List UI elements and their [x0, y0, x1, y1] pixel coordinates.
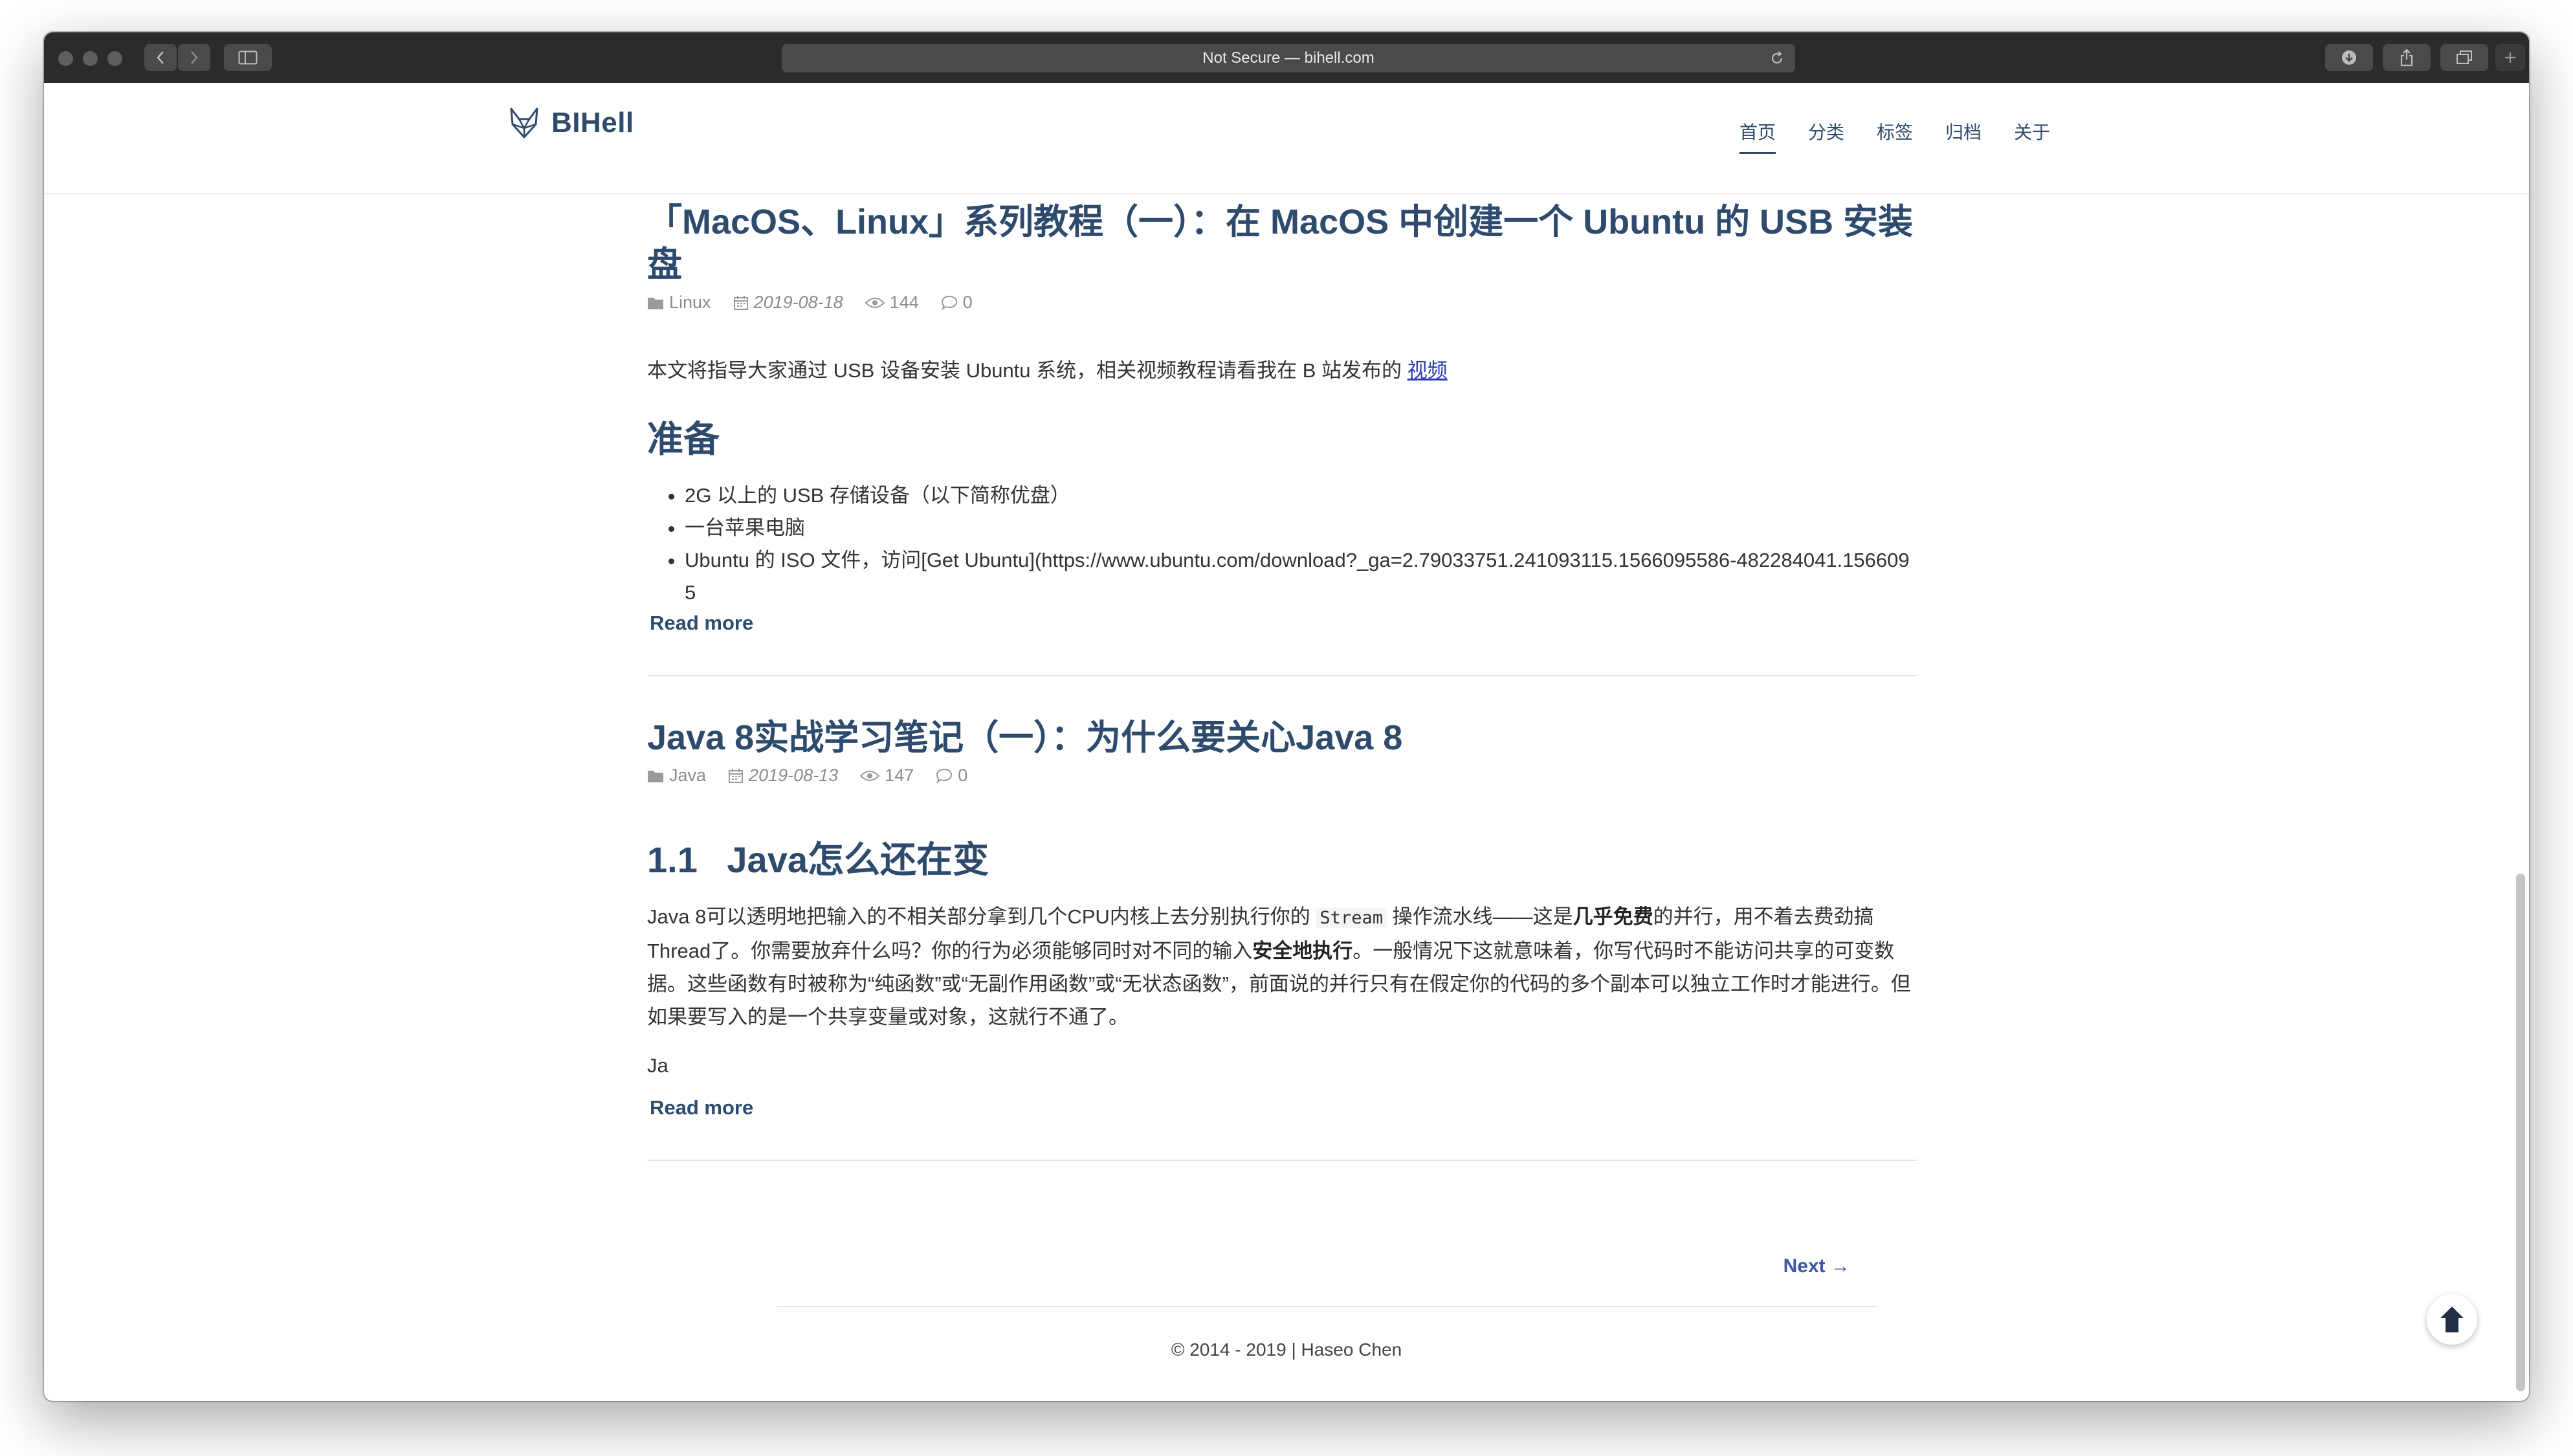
downloads-button[interactable]: [2325, 44, 2373, 71]
reload-icon[interactable]: [1769, 50, 1785, 66]
site-header: BIHell 首页 分类 标签 归档 关于: [44, 83, 2529, 194]
site-logo[interactable]: BIHell: [506, 105, 634, 141]
nav-about[interactable]: 关于: [2014, 118, 2050, 154]
list-item: 2G 以上的 USB 存储设备（以下简称优盘）: [685, 480, 1917, 512]
section-heading: 准备: [647, 419, 720, 459]
post-date: 2019-08-13: [749, 766, 839, 785]
list-item: 一台苹果电脑: [685, 512, 1917, 544]
address-text: Not Secure — bihell.com: [1202, 49, 1375, 67]
forward-button[interactable]: [178, 44, 210, 71]
post-list: 「MacOS、Linux」系列教程（一）：在 MacOS 中创建一个 Ubunt…: [647, 201, 1917, 1161]
comment-icon: [941, 295, 957, 310]
post-excerpt: 本文将指导大家通过 USB 设备安装 Ubuntu 系统，相关视频教程请看我在 …: [647, 354, 1917, 387]
logo-text: BIHell: [551, 107, 634, 138]
prep-list: 2G 以上的 USB 存储设备（以下简称优盘） 一台苹果电脑 Ubuntu 的 …: [647, 480, 1917, 609]
main-nav: 首页 分类 标签 归档 关于: [1739, 118, 2082, 154]
post-title-link[interactable]: Java 8实战学习笔记（一）：为什么要关心Java 8: [647, 716, 1917, 759]
share-button[interactable]: [2383, 44, 2431, 71]
folder-icon: [648, 297, 663, 309]
chevron-left-icon: [157, 51, 164, 64]
nav-archive[interactable]: 归档: [1945, 118, 1982, 154]
section-heading: 1.1 Java怎么还在变: [647, 839, 989, 880]
arrow-up-icon: [2440, 1307, 2464, 1332]
post-excerpt: Java 8可以透明地把输入的不相关部分拿到几个CPU内核上去分别执行你的 St…: [647, 900, 1917, 1033]
excerpt-text: 操作流水线——这是: [1392, 905, 1573, 928]
next-page-link[interactable]: Next →: [1783, 1255, 1850, 1277]
download-icon: [2342, 50, 2356, 65]
calendar-icon: [733, 295, 748, 310]
inline-code: Stream: [1316, 908, 1387, 928]
pagination: Next →: [777, 1255, 1877, 1307]
post-views: 147: [885, 766, 914, 785]
calendar-icon: [729, 768, 744, 783]
nav-tags[interactable]: 标签: [1877, 118, 1913, 154]
site-footer: © 2014 - 2019 | Haseo Chen: [1171, 1340, 1402, 1360]
post-item: Java 8实战学习笔记（一）：为什么要关心Java 8 Java 2019-0…: [647, 716, 1917, 1161]
nav-categories[interactable]: 分类: [1808, 118, 1844, 154]
read-more-link[interactable]: Read more: [647, 612, 753, 635]
page-scrollbar[interactable]: [2516, 874, 2525, 1391]
video-link[interactable]: 视频: [1408, 359, 1448, 382]
back-to-top-button[interactable]: [2427, 1294, 2477, 1345]
post-date: 2019-08-18: [753, 292, 843, 312]
tabs-overview-button[interactable]: [2440, 44, 2488, 71]
bold-text: 安全地执行: [1252, 940, 1353, 962]
close-window-button[interactable]: [58, 51, 73, 66]
post-item: 「MacOS、Linux」系列教程（一）：在 MacOS 中创建一个 Ubunt…: [647, 201, 1917, 676]
post-comments[interactable]: 0: [958, 766, 967, 786]
chevron-right-icon: [191, 51, 198, 64]
post-divider: [647, 675, 1917, 676]
excerpt-text: Java 8可以透明地把输入的不相关部分拿到几个CPU内核上去分别执行你的: [647, 905, 1310, 928]
zoom-window-button[interactable]: [107, 51, 122, 66]
eye-icon: [865, 297, 885, 308]
folder-icon: [648, 770, 663, 782]
comment-icon: [936, 768, 953, 783]
address-bar[interactable]: Not Secure — bihell.com: [782, 44, 1795, 72]
browser-window: Not Secure — bihell.com BIHell 首页 分类 标签 …: [44, 32, 2529, 1401]
post-category[interactable]: Linux: [669, 292, 711, 313]
post-views: 144: [889, 292, 919, 312]
eye-icon: [860, 770, 880, 781]
nav-home[interactable]: 首页: [1739, 118, 1776, 154]
post-category[interactable]: Java: [669, 766, 706, 786]
post-comments[interactable]: 0: [963, 292, 973, 313]
new-tab-button[interactable]: [2495, 44, 2525, 71]
minimize-window-button[interactable]: [83, 51, 98, 66]
share-icon: [2400, 49, 2413, 67]
excerpt-text: 本文将指导大家通过 USB 设备安装 Ubuntu 系统，相关视频教程请看我在 …: [647, 359, 1402, 382]
post-title-link[interactable]: 「MacOS、Linux」系列教程（一）：在 MacOS 中创建一个 Ubunt…: [647, 201, 1917, 286]
excerpt-tail: Ja: [647, 1054, 668, 1077]
read-more-link[interactable]: Read more: [647, 1096, 753, 1120]
fox-logo-icon: [510, 107, 538, 138]
sidebar-toggle-button[interactable]: [224, 44, 272, 71]
tabs-icon: [2457, 50, 2472, 64]
post-meta: Linux 2019-08-18 144 0: [647, 292, 1917, 313]
plus-icon: [2505, 52, 2515, 63]
post-meta: Java 2019-08-13 147 0: [647, 766, 1917, 786]
bold-text: 几乎免费: [1573, 905, 1653, 928]
list-item: Ubuntu 的 ISO 文件，访问[Get Ubuntu](https://w…: [685, 544, 1917, 609]
browser-toolbar: Not Secure — bihell.com: [44, 32, 2529, 84]
back-button[interactable]: [144, 44, 177, 71]
sidebar-icon: [238, 50, 258, 65]
post-divider: [647, 1160, 1917, 1161]
